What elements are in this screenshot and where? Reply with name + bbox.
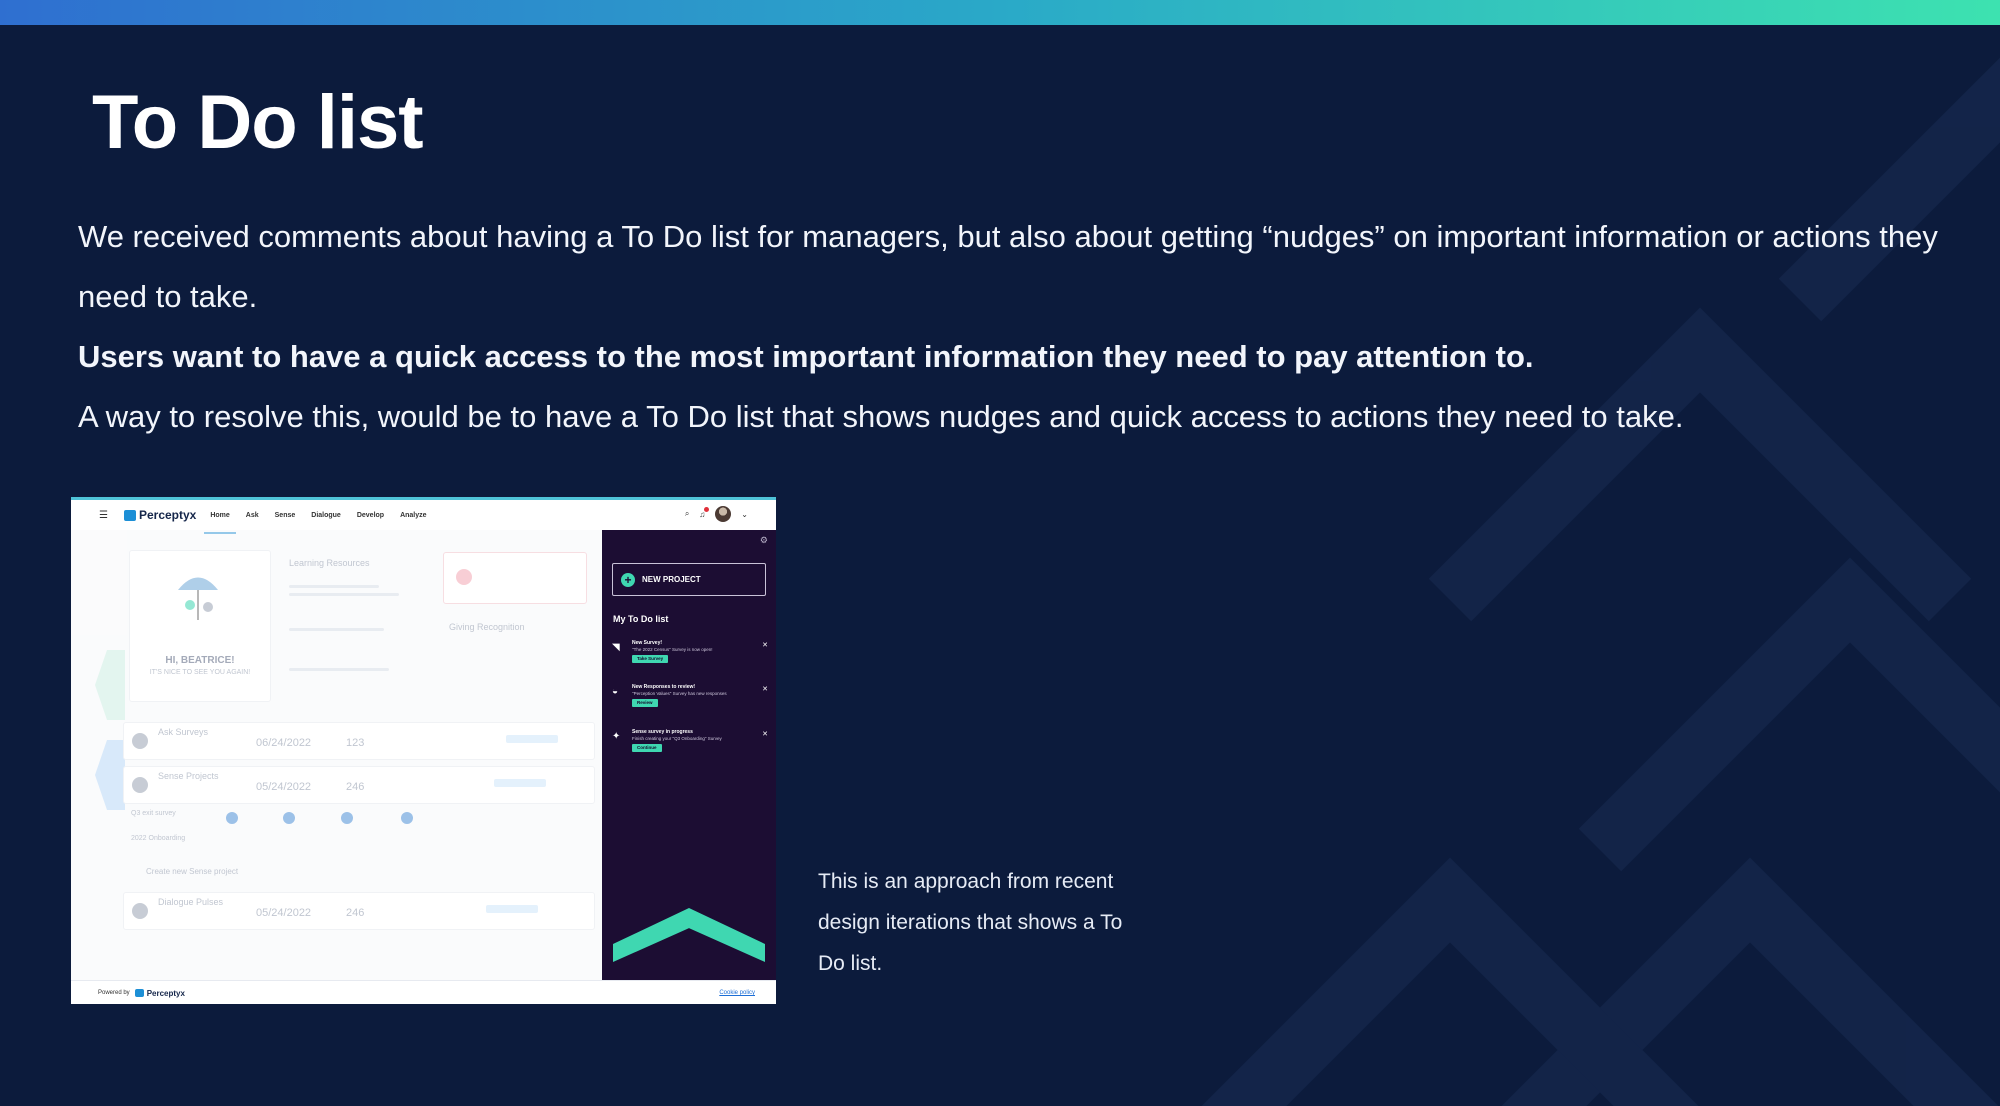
key-insight: Users want to have a quick access to the… [78,339,1534,374]
avatar[interactable] [715,506,732,522]
close-icon[interactable]: ✕ [762,641,768,649]
app-nav: ☰ Perceptyx Home Ask Sense Dialogue Deve… [71,500,776,534]
alert-card [443,552,587,604]
row-action [494,779,546,787]
solution-paragraph: A way to resolve this, would be to have … [78,399,1684,434]
chevron-down-icon[interactable]: ⌄ [741,510,748,519]
todo-item: ◥ New Survey! "The 2022 Census" Survey i… [612,640,768,672]
row-date: 05/24/2022 [256,907,312,919]
app-footer: Powered by Perceptyx Cookie policy [71,980,776,1004]
greeting: HI, BEATRICE! [165,655,235,666]
todo-item-title: New Survey! [632,640,663,646]
brand-name: Perceptyx [138,508,197,522]
powered-by-label: Powered by [98,990,130,996]
decor-shape [95,650,125,720]
megaphone-icon: ◥ [612,642,620,653]
sparkle-icon: ✦ [612,731,621,742]
learning-resources-heading: Learning Resources [289,558,370,568]
row-icon [132,733,148,749]
slide-title: To Do list [92,80,424,165]
row-count: 246 [346,781,365,793]
stat-icon [226,812,238,824]
slide: To Do list We received comments about ha… [0,0,2000,1106]
todo-item: ✦ Sense survey in progress Finish creati… [612,729,768,761]
row-label: Sense Projects [158,771,219,781]
nav-tabs: Home Ask Sense Dialogue Develop Analyze [204,506,427,534]
chat-bubble-icon: ◒ [612,686,619,697]
dashboard-background: HI, BEATRICE! IT'S NICE TO SEE YOU AGAIN… [71,530,602,980]
tab-ask[interactable]: Ask [246,506,259,525]
top-accent-bar [0,0,2000,25]
welcome-card: HI, BEATRICE! IT'S NICE TO SEE YOU AGAIN… [129,550,271,702]
stat-icon [401,812,413,824]
notification-dot [704,506,710,512]
row-label: Dialogue Pulses [158,897,224,907]
sub-row-label: Q3 exit survey [131,810,176,817]
todo-list-title: My To Do list [613,614,669,624]
stat-icon [341,812,353,824]
tab-analyze[interactable]: Analyze [400,506,426,525]
nav-actions: ⌕ ♫ ⌄ [685,506,748,522]
row-icon [132,903,148,919]
greeting-subtitle: IT'S NICE TO SEE YOU AGAIN! [149,669,251,676]
table-row: Ask Surveys 06/24/2022 123 [123,722,595,760]
row-action [506,735,558,743]
todo-item-description: "Perception Values" Survey has new respo… [632,691,727,696]
new-project-label: NEW PROJECT [642,575,701,584]
todo-item: ◒ New Responses to review! "Perception V… [612,684,768,716]
row-action [486,905,538,913]
todo-item-title: Sense survey in progress [632,729,693,735]
row-label: Ask Surveys [158,727,209,737]
hamburger-icon[interactable]: ☰ [99,510,108,521]
logo-mark-icon [123,509,136,521]
gear-icon[interactable]: ⚙ [760,535,768,546]
close-icon[interactable]: ✕ [762,730,768,738]
stat-icon [283,812,295,824]
tab-dialogue[interactable]: Dialogue [311,506,341,525]
plus-icon: + [621,572,635,587]
footer-logo: Perceptyx [134,988,185,998]
tab-develop[interactable]: Develop [357,506,384,525]
tab-home[interactable]: Home [204,506,237,534]
row-icon [132,777,148,793]
placeholder-line [289,585,379,588]
table-row: Sense Projects 05/24/2022 246 [123,766,595,804]
continue-button[interactable]: Continue [632,744,662,752]
create-sense-link: Create new Sense project [146,867,239,876]
row-date: 05/24/2022 [256,781,312,793]
row-date: 06/24/2022 [256,737,312,749]
brand-logo[interactable]: Perceptyx [123,508,197,522]
logo-mark-icon [134,989,144,997]
placeholder-line [289,628,384,631]
cookie-policy-link[interactable]: Cookie policy [719,990,755,996]
chevron-up-decoration [613,908,765,962]
close-icon[interactable]: ✕ [762,685,768,693]
footer-brand-name: Perceptyx [146,988,185,998]
review-button[interactable]: Review [632,699,658,707]
row-count: 246 [346,907,365,919]
sub-row-label: 2022 Onboarding [131,835,186,842]
umbrella-illustration [178,577,218,620]
row-count: 123 [346,737,365,749]
decor-shape [95,740,125,810]
placeholder-line [289,593,399,596]
todo-item-description: "The 2022 Census" Survey is now open! [632,647,713,652]
placeholder-line [289,668,389,671]
table-row: Dialogue Pulses 05/24/2022 246 [123,892,595,930]
todo-panel: ⚙ + NEW PROJECT My To Do list ◥ New Surv… [602,530,776,980]
take-survey-button[interactable]: Take Survey [632,655,669,663]
new-project-button[interactable]: + NEW PROJECT [612,563,766,596]
screenshot-caption: This is an approach from recent design i… [818,870,1123,975]
todo-item-description: Finish creating your "Q3 Onboarding" Sur… [632,736,722,741]
todo-item-title: New Responses to review! [632,684,696,690]
product-screenshot: ☰ Perceptyx Home Ask Sense Dialogue Deve… [71,497,776,1004]
intro-paragraph: We received comments about having a To D… [78,219,1938,314]
tab-sense[interactable]: Sense [275,506,296,525]
giving-recognition-heading: Giving Recognition [449,622,525,632]
alert-icon [456,569,472,585]
bell-icon[interactable]: ♫ [699,506,710,519]
search-icon[interactable]: ⌕ [685,509,689,519]
